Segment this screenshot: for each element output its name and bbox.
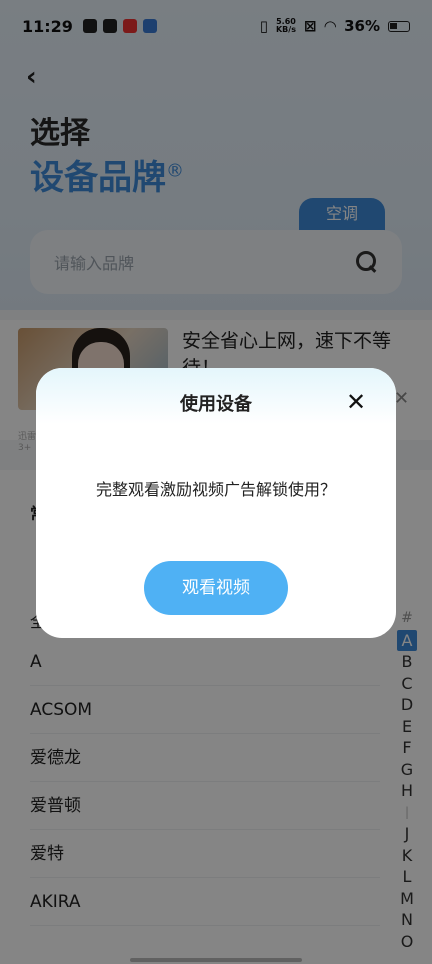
watch-video-button[interactable]: 观看视频 bbox=[144, 561, 288, 615]
dialog-message: 完整观看激励视频广告解锁使用？ bbox=[95, 480, 336, 499]
dialog-title: 使用设备 bbox=[180, 394, 252, 415]
unlock-dialog: 使用设备 ✕ 完整观看激励视频广告解锁使用？ 观看视频 bbox=[36, 368, 396, 638]
close-icon[interactable]: ✕ bbox=[346, 388, 366, 416]
